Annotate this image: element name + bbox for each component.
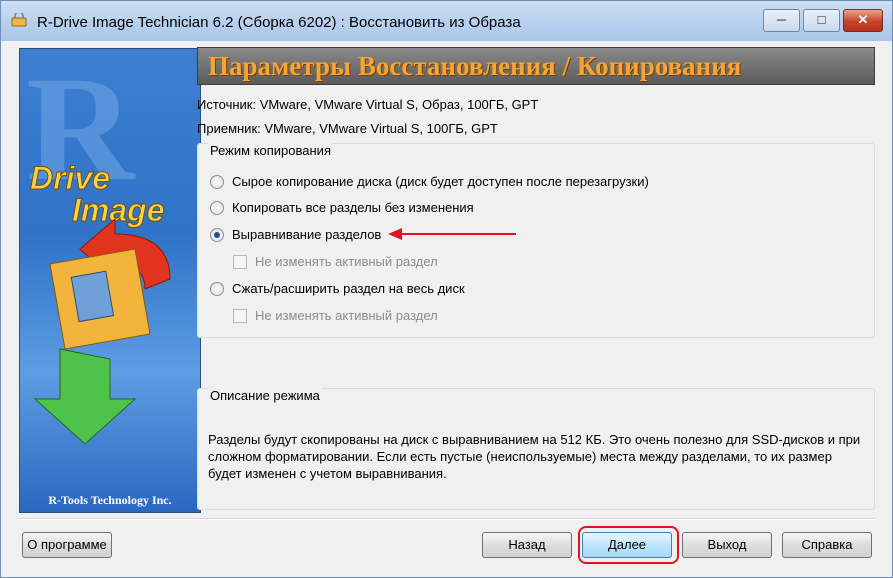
drive-icon [70, 270, 115, 323]
about-button[interactable]: О программе [22, 532, 112, 558]
app-icon [11, 13, 27, 27]
radio-label: Сырое копирование диска (диск будет дост… [232, 174, 649, 189]
app-window: R-Drive Image Technician 6.2 (Сборка 620… [0, 0, 893, 578]
minimize-icon: ─ [776, 12, 787, 27]
page-title: Параметры Восстановления / Копирования [208, 51, 742, 81]
maximize-button[interactable]: □ [803, 9, 840, 32]
copy-mode-group: Режим копирования Сырое копирование диск… [197, 143, 875, 338]
radio-button-selected[interactable] [210, 228, 224, 242]
description-title: Описание режима [208, 388, 322, 403]
close-icon: ✕ [857, 12, 869, 27]
logo-word-image: Image [72, 192, 164, 228]
wizard-body: R Drive Image R-Tools Technology Inc. Па… [9, 41, 883, 569]
radio-button[interactable] [210, 175, 224, 189]
brand-label: R-Tools Technology Inc. [48, 493, 172, 507]
title-bar[interactable]: R-Drive Image Technician 6.2 (Сборка 620… [1, 1, 892, 41]
green-arrow-icon [33, 348, 137, 445]
next-button[interactable]: Далее [582, 532, 672, 558]
description-text: Разделы будут скопированы на диск с выра… [208, 432, 861, 481]
radio-button[interactable] [210, 282, 224, 296]
maximize-icon: □ [817, 12, 826, 27]
radio-label: Выравнивание разделов [232, 227, 382, 242]
window-title: R-Drive Image Technician 6.2 (Сборка 620… [37, 14, 521, 31]
back-button[interactable]: Назад [482, 532, 572, 558]
mode-description-group: Описание режима Разделы будут скопирован… [197, 388, 875, 510]
target-info: Приемник: VMware, VMware Virtual S, 100Г… [197, 121, 498, 136]
page-header: Параметры Восстановления / Копирования [197, 47, 875, 85]
copy-mode-title: Режим копирования [208, 143, 333, 158]
radio-button[interactable] [210, 201, 224, 215]
help-button[interactable]: Справка [782, 532, 872, 558]
red-arrow-annotation-icon [388, 228, 516, 240]
checkbox-label: Не изменять активный раздел [255, 308, 438, 323]
close-button[interactable]: ✕ [843, 9, 883, 32]
checkbox-label: Не изменять активный раздел [255, 254, 438, 269]
radio-label: Копировать все разделы без изменения [232, 200, 474, 215]
product-sidebar: R Drive Image R-Tools Technology Inc. [19, 48, 201, 513]
product-logo: R Drive Image [26, 49, 171, 445]
exit-button[interactable]: Выход [682, 532, 772, 558]
source-info: Источник: VMware, VMware Virtual S, Обра… [197, 97, 539, 112]
checkbox[interactable] [233, 255, 247, 269]
divider [17, 518, 875, 520]
minimize-button[interactable]: ─ [763, 9, 800, 32]
radio-label: Сжать/расширить раздел на весь диск [232, 281, 465, 296]
checkbox[interactable] [233, 309, 247, 323]
logo-word-drive: Drive [30, 160, 110, 196]
